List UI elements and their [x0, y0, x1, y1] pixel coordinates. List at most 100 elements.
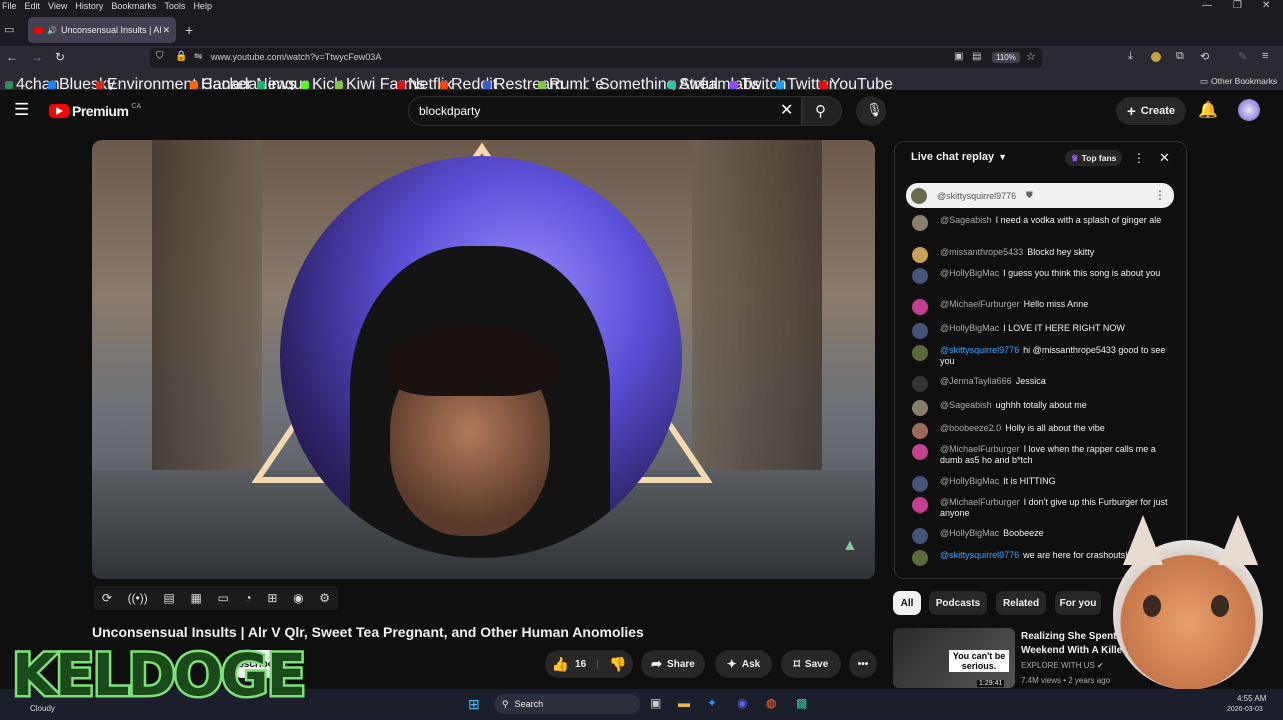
create-button[interactable]: + Create	[1116, 97, 1186, 125]
other-bookmarks[interactable]: ▭ Other Bookmarks	[1200, 76, 1277, 87]
pinned-message[interactable]: @skittysquirrel9776 ⛊ ⋮	[906, 183, 1174, 208]
recommended-channel[interactable]: EXPLORE WITH US ✔	[1021, 661, 1104, 670]
cinema-icon[interactable]: ▦	[190, 591, 201, 605]
more-actions-button[interactable]: •••	[849, 650, 877, 678]
plus-icon: +	[1126, 102, 1136, 120]
browser-tab[interactable]: 🔊 Unconsensual Insults | Alr V ✕	[28, 17, 176, 43]
chat-mode-dropdown[interactable]: Live chat replay ▼	[911, 151, 1007, 163]
zoom-level[interactable]: 110%	[992, 52, 1020, 63]
pinned-author: @skittysquirrel9776	[937, 191, 1017, 201]
chip-related[interactable]: Related	[996, 591, 1046, 615]
clock-time[interactable]: 4:55 AM	[1237, 694, 1266, 703]
close-tab-icon[interactable]: ✕	[162, 25, 170, 36]
top-fans-button[interactable]: ♛ Top fans	[1065, 150, 1123, 166]
new-tab-icon[interactable]: +	[185, 22, 193, 38]
like-icon[interactable]: 👍	[552, 656, 569, 673]
close-chat-icon[interactable]: ✕	[1159, 150, 1170, 166]
notifications-bell-icon[interactable]: 🔔	[1198, 100, 1218, 120]
save-button[interactable]: ⌑ Save	[781, 650, 841, 678]
chat-author: @JennaTaylia666	[940, 376, 1012, 386]
menu-history[interactable]: History	[75, 1, 103, 11]
loop-icon[interactable]: ⟳	[102, 591, 112, 605]
maximize-icon[interactable]: ❐	[1233, 0, 1242, 11]
taskbar-search[interactable]: ⚲ Search	[494, 694, 640, 714]
app-menu-icon[interactable]: ≡	[1262, 50, 1268, 62]
menu-edit[interactable]: Edit	[25, 1, 41, 11]
chip-podcasts[interactable]: Podcasts	[929, 591, 987, 615]
hamburger-menu-icon[interactable]: ☰	[14, 100, 29, 120]
chip-for-you[interactable]: For you	[1055, 591, 1101, 615]
channel-watermark-icon[interactable]: ▲	[842, 537, 858, 555]
chat-text: It is HITTING	[1003, 476, 1056, 486]
chat-author: @HollyBigMac	[940, 528, 1000, 538]
reload-icon[interactable]: ↻	[55, 50, 65, 64]
reader-view-icon[interactable]: ▤	[972, 51, 981, 62]
close-window-icon[interactable]: ✕	[1262, 0, 1270, 11]
avatar	[912, 497, 928, 513]
bookmark-star-icon[interactable]: ☆	[1026, 50, 1036, 63]
task-view-icon[interactable]: ▣	[650, 696, 661, 710]
minimize-icon[interactable]: —	[1202, 0, 1212, 11]
streamlabs-icon[interactable]: ▩	[796, 696, 807, 710]
account-icon[interactable]	[1151, 52, 1161, 62]
forward-icon[interactable]: →	[31, 50, 43, 64]
avatar[interactable]	[1238, 99, 1260, 121]
fox-eye-right	[1211, 595, 1229, 617]
menu-bookmarks[interactable]: Bookmarks	[111, 1, 156, 11]
chat-menu-icon[interactable]: ⋮	[1133, 151, 1145, 165]
bookmark-icon: ⌑	[793, 657, 800, 671]
menu-view[interactable]: View	[48, 1, 67, 11]
aspect-ratio-icon[interactable]: ▭	[217, 591, 228, 605]
search-button[interactable]: ⚲	[802, 96, 842, 126]
pinned-menu-icon[interactable]: ⋮	[1154, 188, 1166, 202]
copilot-icon[interactable]: ✦	[707, 696, 717, 710]
ask-button[interactable]: ✦ Ask	[715, 650, 772, 678]
chat-message-body: @MichaelFurburger I love when the rapper …	[940, 444, 1172, 466]
share-button[interactable]: ➦ Share	[641, 650, 705, 678]
search-icon: ⚲	[502, 698, 509, 709]
url-text[interactable]: www.youtube.com/watch?v=TtwycFew03A	[211, 52, 381, 62]
speed-icon[interactable]: ◔	[244, 591, 251, 605]
menu-tools[interactable]: Tools	[164, 1, 185, 11]
back-icon[interactable]: ←	[6, 50, 18, 64]
video-player[interactable]: ▲	[92, 140, 875, 579]
sync-icon[interactable]: ⟲	[1200, 50, 1209, 63]
eyedropper-icon[interactable]: ✎	[1238, 50, 1247, 63]
audio-icon[interactable]: 🔊	[47, 26, 57, 35]
chat-author: @skittysquirrel9776	[940, 345, 1020, 355]
shield-icon[interactable]: ⛉	[156, 51, 164, 62]
discord-icon[interactable]: ◉	[737, 696, 747, 710]
voice-search-button[interactable]: 🎙	[856, 96, 886, 126]
menu-file[interactable]: File	[2, 1, 17, 11]
bookmark-favicon-icon	[668, 81, 676, 89]
fox-ear-right	[1218, 515, 1258, 565]
lock-icon[interactable]: 🔒	[175, 51, 187, 62]
bookmark-favicon-icon	[397, 81, 405, 89]
recommended-thumbnail[interactable]: You can't be serious. 1:29:41	[893, 628, 1015, 688]
windows-start-icon[interactable]: ⊞	[468, 696, 480, 713]
screenshot-icon[interactable]: ◉	[293, 591, 303, 605]
youtube-logo[interactable]: Premium CA	[49, 103, 141, 119]
audio-wave-icon[interactable]: ((•))	[128, 591, 148, 605]
settings-gear-icon[interactable]: ⚙	[319, 591, 330, 605]
popup-icon[interactable]: ⊞	[267, 591, 277, 605]
permissions-icon[interactable]: ⇋	[194, 51, 202, 62]
menu-help[interactable]: Help	[193, 1, 212, 11]
picture-in-picture-icon[interactable]: ▣	[954, 51, 963, 62]
clear-search-icon[interactable]: ✕	[780, 100, 793, 120]
file-explorer-icon[interactable]: ▬	[678, 696, 690, 710]
dislike-icon[interactable]: 👎	[609, 656, 626, 673]
bookmark-favicon-icon	[483, 81, 491, 89]
extensions-icon[interactable]: ⧉	[1176, 50, 1184, 63]
tab-list-icon[interactable]: ▭	[4, 23, 14, 36]
search-input[interactable]: blockdparty	[408, 96, 802, 126]
firefox-icon[interactable]: ◍	[766, 696, 776, 710]
downloads-icon[interactable]: ⤓	[1128, 50, 1133, 63]
fox-ear-left	[1123, 515, 1163, 565]
crown-icon: ♛	[1071, 152, 1079, 163]
chip-all[interactable]: All	[893, 591, 921, 615]
chat-text: I LOVE IT HERE RIGHT NOW	[1003, 323, 1125, 333]
stats-icon[interactable]: ▤	[163, 591, 174, 605]
chat-message-body: @HollyBigMac I guess you think this song …	[940, 268, 1172, 279]
clock-date[interactable]: 2026-03-03	[1227, 706, 1263, 713]
